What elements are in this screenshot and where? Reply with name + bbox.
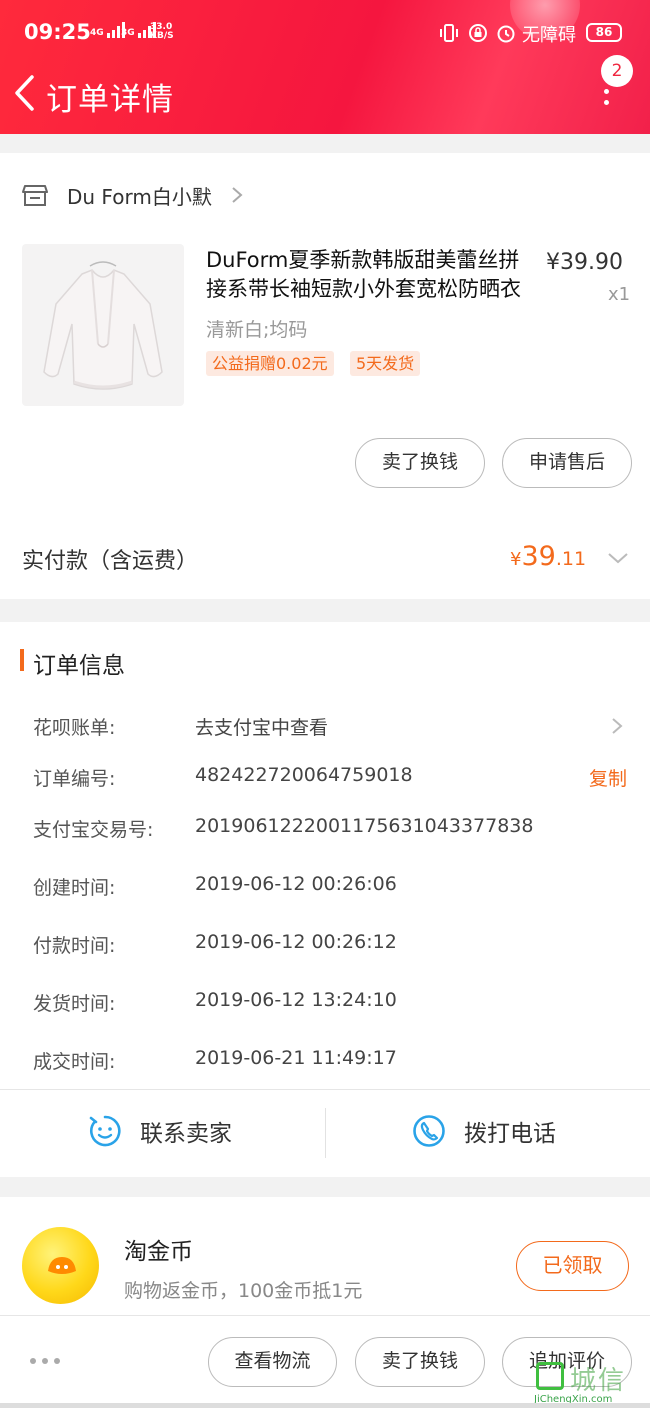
- amount-integer: 39: [521, 541, 556, 572]
- bottom-edge: [0, 1403, 650, 1408]
- info-row-paid: 付款时间: 2019-06-12 00:26:12: [33, 931, 633, 961]
- info-label: 成交时间:: [33, 1051, 116, 1073]
- chat-smile-icon: [89, 1115, 121, 1147]
- coin-mascot-icon: [48, 1257, 76, 1274]
- amount-decimal: .11: [555, 548, 587, 570]
- menu-dot: [604, 89, 609, 94]
- divider: [325, 1108, 326, 1158]
- claimed-button[interactable]: 已领取: [516, 1241, 629, 1291]
- paid-amount: ¥39.11: [510, 541, 586, 572]
- shop-icon: [22, 185, 48, 206]
- copy-button[interactable]: 复制: [589, 764, 627, 791]
- apply-after-sale-button[interactable]: 申请售后: [502, 438, 632, 488]
- battery-indicator: 86: [586, 23, 622, 42]
- info-value: 2019-06-12 00:26:06: [195, 873, 397, 895]
- info-row-order-number: 订单编号: 482422720064759018 复制: [33, 764, 633, 794]
- contact-seller-label: 联系卖家: [140, 1121, 232, 1147]
- back-arrow-icon[interactable]: [12, 74, 46, 112]
- signal-2-label: 3G: [121, 28, 135, 38]
- chevron-right-icon: [232, 187, 243, 203]
- watermark-logo: 城信 JiChengXin.com: [530, 1358, 650, 1408]
- currency-symbol: ¥: [510, 549, 522, 570]
- shipping-tag: 5天发货: [350, 351, 421, 376]
- info-value: 2019061222001175631043377838: [195, 815, 534, 837]
- product-price: ¥39.90: [546, 250, 623, 275]
- info-label: 花呗账单:: [33, 717, 116, 739]
- divider: [0, 1315, 650, 1316]
- watermark-text: 城信: [570, 1366, 627, 1396]
- info-row-huabei[interactable]: 花呗账单: 去支付宝中查看: [33, 713, 633, 743]
- info-value[interactable]: 去支付宝中查看: [195, 713, 328, 740]
- info-row-completed: 成交时间: 2019-06-21 11:49:17: [33, 1047, 633, 1077]
- info-row-alipay-number: 支付宝交易号: 2019061222001175631043377838: [33, 815, 633, 845]
- info-value: 2019-06-21 11:49:17: [195, 1047, 397, 1069]
- cardigan-image-icon: [43, 261, 163, 390]
- menu-dot: [604, 100, 609, 105]
- product-image[interactable]: [22, 244, 184, 406]
- gold-coin-icon: [22, 1227, 99, 1304]
- speed-unit: KB/S: [150, 31, 174, 41]
- info-label: 支付宝交易号:: [33, 819, 154, 841]
- shop-row[interactable]: Du Form白小默: [22, 178, 244, 212]
- chevron-right-icon: [612, 718, 623, 734]
- app-header: 09:25 4G 3G 33.0 KB/S 无障碍 86 订单详情 2: [0, 0, 650, 134]
- info-label: 创建时间:: [33, 877, 116, 899]
- info-value: 2019-06-12 00:26:12: [195, 931, 397, 953]
- network-speed: 33.0 KB/S: [150, 23, 174, 41]
- info-value: 482422720064759018: [195, 764, 413, 786]
- shop-name[interactable]: Du Form白小默: [67, 181, 212, 210]
- accessibility-status: 无障碍: [522, 25, 576, 46]
- status-icons: [438, 22, 516, 44]
- call-phone-button[interactable]: 拨打电话: [412, 1114, 556, 1148]
- info-value: 2019-06-12 13:24:10: [195, 989, 397, 1011]
- signal-1-icon: 4G: [90, 22, 125, 38]
- product-quantity: x1: [608, 284, 631, 305]
- alarm-icon: [497, 25, 515, 43]
- donation-tag: 公益捐赠0.02元: [206, 351, 334, 376]
- more-actions-button[interactable]: [30, 1358, 60, 1364]
- status-bar: 09:25 4G 3G 33.0 KB/S 无障碍 86: [0, 0, 650, 66]
- view-logistics-button[interactable]: 查看物流: [208, 1337, 337, 1387]
- divider: [0, 1089, 650, 1090]
- info-row-created: 创建时间: 2019-06-12 00:26:06: [33, 873, 633, 903]
- info-label: 付款时间:: [33, 935, 116, 957]
- coins-subtitle: 购物返金币，100金币抵1元: [124, 1280, 363, 1302]
- sell-item-button[interactable]: 卖了换钱: [355, 438, 485, 488]
- chevron-down-icon[interactable]: [606, 550, 630, 566]
- watermark-box-icon: [536, 1362, 564, 1390]
- dot: [54, 1358, 60, 1364]
- info-row-shipped: 发货时间: 2019-06-12 13:24:10: [33, 989, 633, 1019]
- notification-badge[interactable]: 2: [601, 55, 633, 87]
- vibrate-icon: [440, 24, 458, 42]
- contact-seller-button[interactable]: 联系卖家: [88, 1114, 232, 1148]
- product-sku: 清新白;均码: [206, 319, 308, 341]
- page-title: 订单详情: [46, 82, 174, 118]
- coins-title: 淘金币: [124, 1239, 193, 1265]
- sell-item-bottom-button[interactable]: 卖了换钱: [355, 1337, 485, 1387]
- paid-amount-label: 实付款（含运费）: [22, 549, 199, 574]
- lock-icon: [469, 24, 487, 42]
- product-title[interactable]: DuForm夏季新款韩版甜美蕾丝拼接系带长袖短款小外套宽松防晒衣: [206, 246, 524, 304]
- phone-icon: [413, 1115, 445, 1147]
- info-label: 订单编号:: [33, 768, 116, 790]
- status-time: 09:25: [24, 20, 91, 44]
- order-info-title: 订单信息: [33, 653, 125, 679]
- info-label: 发货时间:: [33, 993, 116, 1015]
- section-accent-bar: [20, 649, 24, 671]
- dot: [30, 1358, 36, 1364]
- call-phone-label: 拨打电话: [464, 1121, 556, 1147]
- signal-1-label: 4G: [90, 28, 104, 38]
- dot: [42, 1358, 48, 1364]
